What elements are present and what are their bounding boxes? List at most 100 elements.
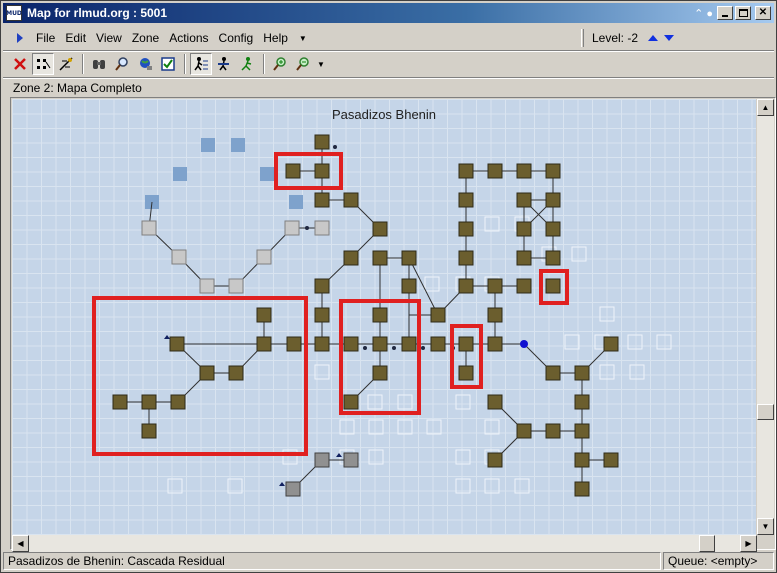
grey-room: [314, 452, 330, 468]
room: [343, 192, 359, 208]
level-label: Level: -2: [591, 31, 638, 45]
walk-mode-button[interactable]: [190, 53, 212, 75]
exit-dot: [421, 346, 425, 350]
room: [487, 307, 503, 323]
menu-zone[interactable]: Zone: [127, 31, 164, 45]
room: [314, 336, 330, 352]
up-exit-marker: [336, 453, 342, 457]
faded-room: [231, 138, 245, 152]
grey-room: [199, 278, 215, 294]
horizontal-scroll-thumb[interactable]: [699, 535, 715, 552]
vertical-scrollbar[interactable]: ▲ ▼: [757, 99, 774, 535]
maximize-button[interactable]: [735, 6, 751, 20]
zoom-in-icon: [273, 57, 286, 71]
zoom-dropdown-chevron-icon[interactable]: ▼: [317, 60, 325, 69]
checkbox-icon: [161, 57, 175, 71]
room: [169, 336, 185, 352]
close-button[interactable]: ✕: [755, 6, 771, 20]
room: [545, 250, 561, 266]
ghost-room: [227, 478, 243, 494]
ghost-room: [514, 478, 530, 494]
grey-room: [284, 220, 300, 236]
room: [314, 163, 330, 179]
status-queue: Queue: <empty>: [663, 552, 774, 570]
menu-overflow-chevron-icon[interactable]: ▼: [299, 34, 307, 43]
ghost-room: [564, 334, 580, 350]
room: [314, 278, 330, 294]
run-button[interactable]: [236, 53, 258, 75]
status-room-name: Pasadizos de Bhenin: Cascada Residual: [3, 552, 661, 570]
faded-room: [201, 138, 215, 152]
grey-room: [171, 249, 187, 265]
scroll-left-icon: ◀: [17, 538, 24, 548]
scroll-down-icon: ▼: [761, 521, 770, 531]
horizontal-scrollbar[interactable]: ◀ ▶: [12, 535, 757, 552]
room: [228, 365, 244, 381]
grey-room: [256, 249, 272, 265]
level-up-icon[interactable]: [648, 35, 658, 41]
room: [545, 423, 561, 439]
level-grip: [580, 29, 584, 47]
grey-room: [314, 220, 330, 236]
room: [343, 336, 359, 352]
binoculars-button[interactable]: [88, 53, 110, 75]
find-button[interactable]: [111, 53, 133, 75]
mud-app-icon: MUD: [6, 5, 22, 21]
menu-actions[interactable]: Actions: [164, 31, 213, 45]
exit-dot: [305, 226, 309, 230]
ghost-room: [455, 478, 471, 494]
menu-help[interactable]: Help: [258, 31, 293, 45]
room: [430, 307, 446, 323]
ghost-room: [314, 364, 330, 380]
title-extra-controls[interactable]: ⌃ ●: [694, 7, 713, 20]
level-selector: Level: -2: [580, 28, 674, 48]
toolbar-separator-line: [3, 77, 774, 79]
draw-exits-button[interactable]: [55, 53, 77, 75]
room: [256, 336, 272, 352]
room: [516, 163, 532, 179]
menu-config[interactable]: Config: [214, 31, 259, 45]
scroll-left-button[interactable]: ◀: [12, 535, 29, 552]
room: [343, 394, 359, 410]
room: [545, 163, 561, 179]
room: [401, 250, 417, 266]
room: [516, 278, 532, 294]
grey-room: [343, 452, 359, 468]
delete-button[interactable]: [9, 53, 31, 75]
room: [458, 336, 474, 352]
exit-dot: [333, 145, 337, 149]
faded-room: [289, 195, 303, 209]
ghost-room: [167, 478, 183, 494]
globe-button[interactable]: [134, 53, 156, 75]
map-frame: Pasadizos Bhenin ▲ ▼ ◀ ▶: [10, 97, 776, 552]
grey-room: [285, 481, 301, 497]
map-window: MUD Map for rlmud.org : 5001 ⌃ ● ✕ File …: [0, 0, 777, 573]
ghost-room: [629, 364, 645, 380]
room: [516, 250, 532, 266]
menu-file[interactable]: File: [31, 31, 60, 45]
map-canvas[interactable]: Pasadizos Bhenin: [12, 99, 756, 535]
room: [285, 163, 301, 179]
zoom-in-button[interactable]: [269, 53, 291, 75]
ghost-room: [484, 419, 500, 435]
room: [256, 307, 272, 323]
select-mode-button[interactable]: [32, 53, 54, 75]
checkbox-button[interactable]: [157, 53, 179, 75]
scroll-down-button[interactable]: ▼: [757, 518, 774, 535]
menu-edit[interactable]: Edit: [60, 31, 91, 45]
scroll-right-button[interactable]: ▶: [740, 535, 757, 552]
minimize-button[interactable]: [717, 6, 733, 20]
title-bar[interactable]: MUD Map for rlmud.org : 5001 ⌃ ● ✕: [3, 3, 774, 23]
level-down-icon[interactable]: [664, 35, 674, 41]
draw-exits-icon: [59, 57, 73, 71]
room: [372, 336, 388, 352]
room: [545, 365, 561, 381]
room: [372, 365, 388, 381]
walk-button-2[interactable]: [213, 53, 235, 75]
scroll-up-button[interactable]: ▲: [757, 99, 774, 116]
menu-view[interactable]: View: [91, 31, 127, 45]
room: [516, 423, 532, 439]
zoom-out-button[interactable]: [292, 53, 314, 75]
vertical-scroll-thumb[interactable]: [757, 404, 774, 420]
ghost-room: [397, 394, 413, 410]
